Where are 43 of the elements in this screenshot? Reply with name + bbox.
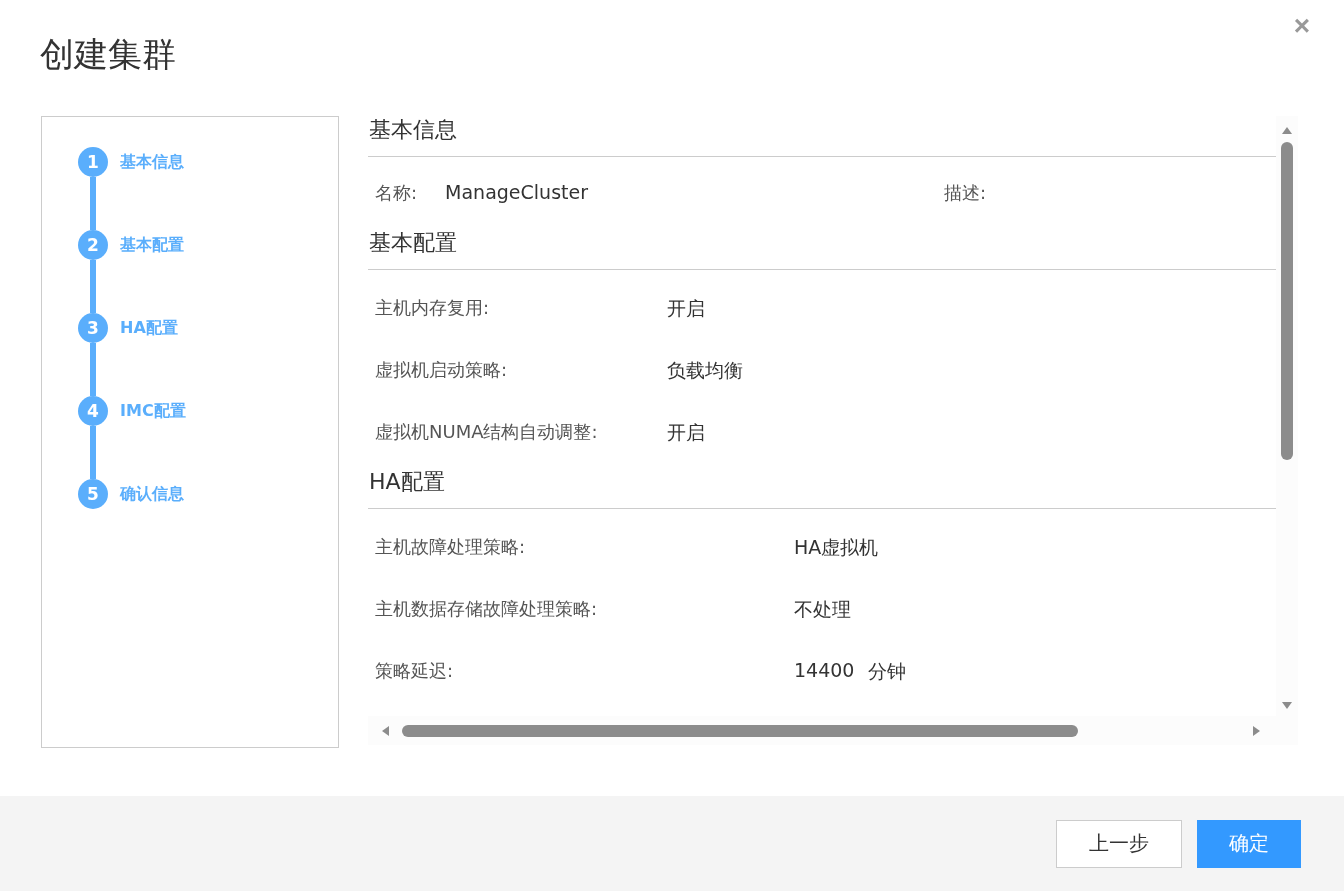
section-title: HA配置 [368, 468, 1276, 509]
step-number: 4 [78, 396, 108, 426]
field-label: 虚拟机NUMA结构自动调整: [375, 420, 599, 444]
step-number: 5 [78, 479, 108, 509]
step-number: 3 [78, 313, 108, 343]
field-value: HA虚拟机 [794, 535, 879, 560]
scrollbar-thumb[interactable] [1281, 142, 1293, 460]
step-number: 1 [78, 147, 108, 177]
step-label[interactable]: 基本配置 [120, 230, 184, 260]
step-connector [90, 177, 96, 230]
field-value: 14400 [794, 659, 855, 683]
field-value: 负载均衡 [667, 358, 743, 383]
close-button[interactable]: × [1289, 12, 1314, 40]
field-label: 描述: [943, 181, 986, 205]
field-label: 主机数据存储故障处理策略: [375, 597, 599, 621]
scroll-down-icon[interactable] [1281, 700, 1293, 710]
field-value: 开启 [667, 420, 705, 445]
field-label: 主机内存复用: [375, 296, 491, 320]
confirm-button[interactable]: 确定 [1197, 819, 1301, 868]
step-label[interactable]: IMC配置 [120, 396, 186, 426]
step-connector [90, 426, 96, 479]
step-label[interactable]: HA配置 [120, 313, 178, 343]
field-label: 主机故障处理策略: [375, 535, 527, 559]
scroll-right-icon[interactable] [1252, 724, 1262, 737]
field-label: 策略延迟: [375, 659, 455, 683]
step-label[interactable]: 确认信息 [120, 479, 184, 509]
scroll-up-icon[interactable] [1281, 126, 1293, 136]
step-label[interactable]: 基本信息 [120, 147, 184, 177]
field-value: 不处理 [794, 597, 851, 622]
field-value: ManageCluster [445, 181, 588, 205]
step-number: 2 [78, 230, 108, 260]
dialog-title: 创建集群 [40, 33, 176, 76]
scrollbar-thumb[interactable] [402, 724, 1078, 737]
scroll-left-icon[interactable] [380, 724, 390, 737]
section-title: 基本信息 [368, 116, 1276, 157]
step-connector [90, 343, 96, 396]
back-button[interactable]: 上一步 [1056, 819, 1182, 868]
field-label: 虚拟机启动策略: [375, 358, 509, 382]
section-title: 基本配置 [368, 229, 1276, 270]
field-label: 名称: [375, 181, 418, 205]
field-value: 开启 [667, 296, 705, 321]
field-unit: 分钟 [868, 659, 907, 684]
step-connector [90, 260, 96, 313]
